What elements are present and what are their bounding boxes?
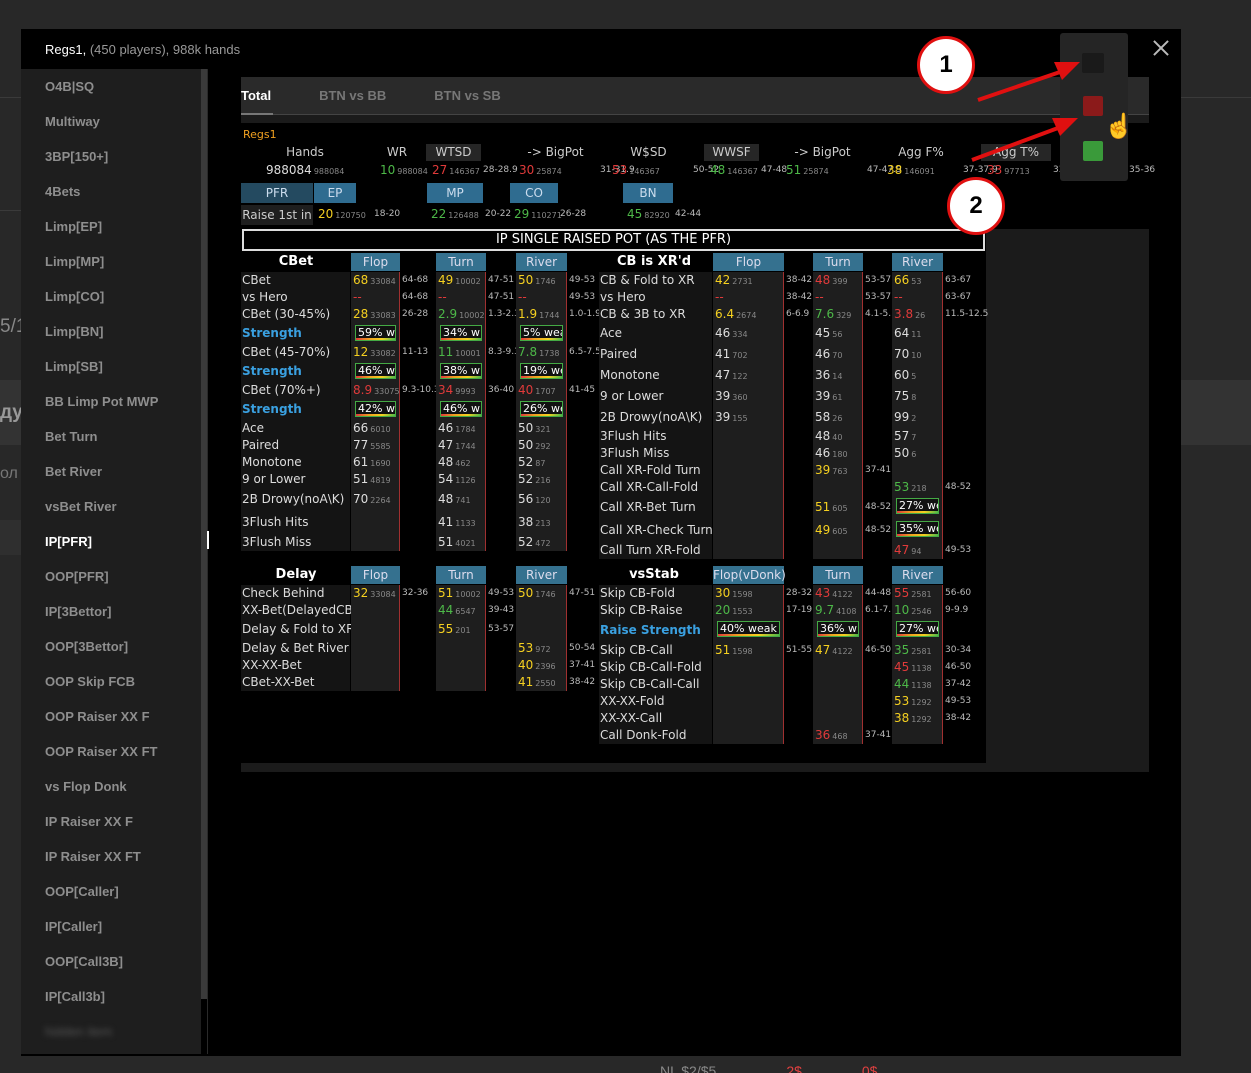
arrow-2 (971, 126, 1059, 162)
annotation-badge-2: 2 (947, 177, 1005, 235)
arrow-1 (977, 70, 1061, 102)
annotation-badge-1: 1 (917, 36, 975, 94)
annotation-arrows (971, 62, 1080, 162)
